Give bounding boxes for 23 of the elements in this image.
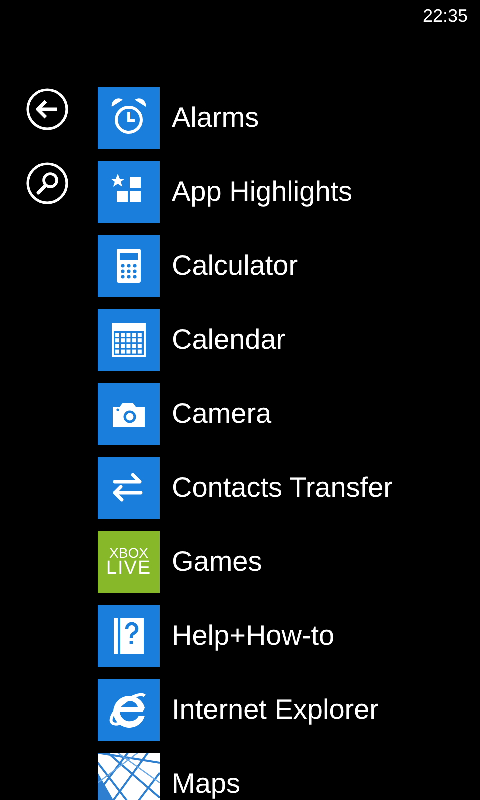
app-label[interactable]: Contacts Transfer [172, 473, 393, 503]
app-label[interactable]: App Highlights [172, 177, 353, 207]
app-label[interactable]: Camera [172, 399, 272, 429]
app-label[interactable]: Calendar [172, 325, 286, 355]
app-label[interactable]: Help+How-to [172, 621, 335, 651]
logo-text: LIVE [105, 560, 153, 578]
app-label[interactable]: Calculator [172, 251, 298, 281]
app-tile[interactable] [98, 679, 160, 741]
app-tile[interactable] [98, 309, 160, 371]
status-time: 22:35 [422, 6, 468, 26]
search-button[interactable] [26, 162, 69, 205]
app-tile[interactable] [98, 161, 160, 223]
app-label[interactable]: Internet Explorer [172, 695, 379, 725]
app-label[interactable]: Alarms [172, 103, 260, 133]
app-tile[interactable] [98, 605, 160, 667]
app-tile[interactable] [98, 457, 160, 519]
app-tile[interactable] [98, 383, 160, 445]
app-tile[interactable] [98, 87, 160, 149]
logo-text: XBOX [108, 546, 150, 560]
app-label[interactable]: Maps [172, 769, 240, 799]
app-label[interactable]: Games [172, 547, 262, 577]
app-tile[interactable] [98, 235, 160, 297]
back-button[interactable] [26, 88, 69, 131]
